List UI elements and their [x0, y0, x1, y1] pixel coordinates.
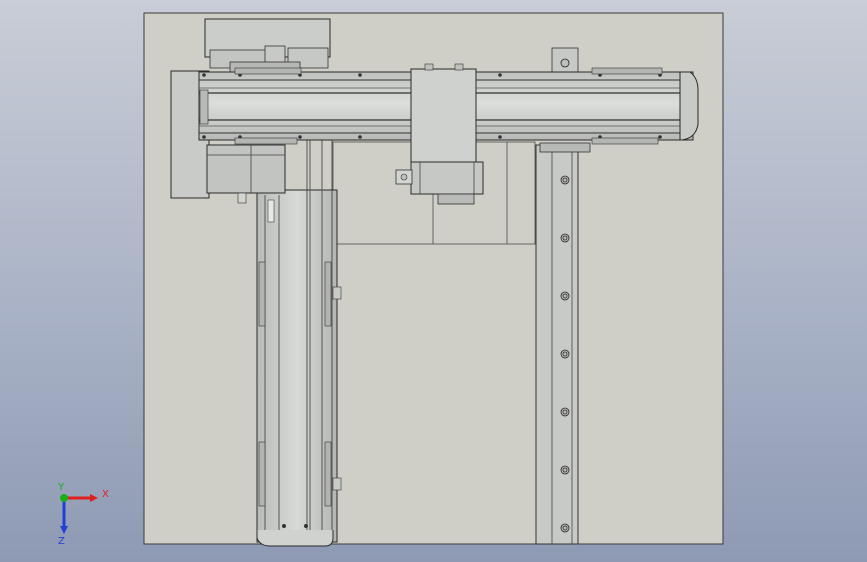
y-axis-dot [60, 494, 68, 502]
y-axis-label: Y [57, 482, 65, 493]
z-axis-arrowhead [60, 526, 68, 534]
vertical-linear-actuator [256, 139, 342, 547]
top-motor-housing [204, 18, 331, 73]
x-axis-label: X [102, 489, 109, 500]
x-axis-arrowhead [90, 494, 98, 502]
coordinate-triad-icon: X Y Z [57, 482, 109, 547]
cad-model-viewport[interactable] [0, 0, 867, 562]
z-axis-label: Z [58, 536, 65, 547]
